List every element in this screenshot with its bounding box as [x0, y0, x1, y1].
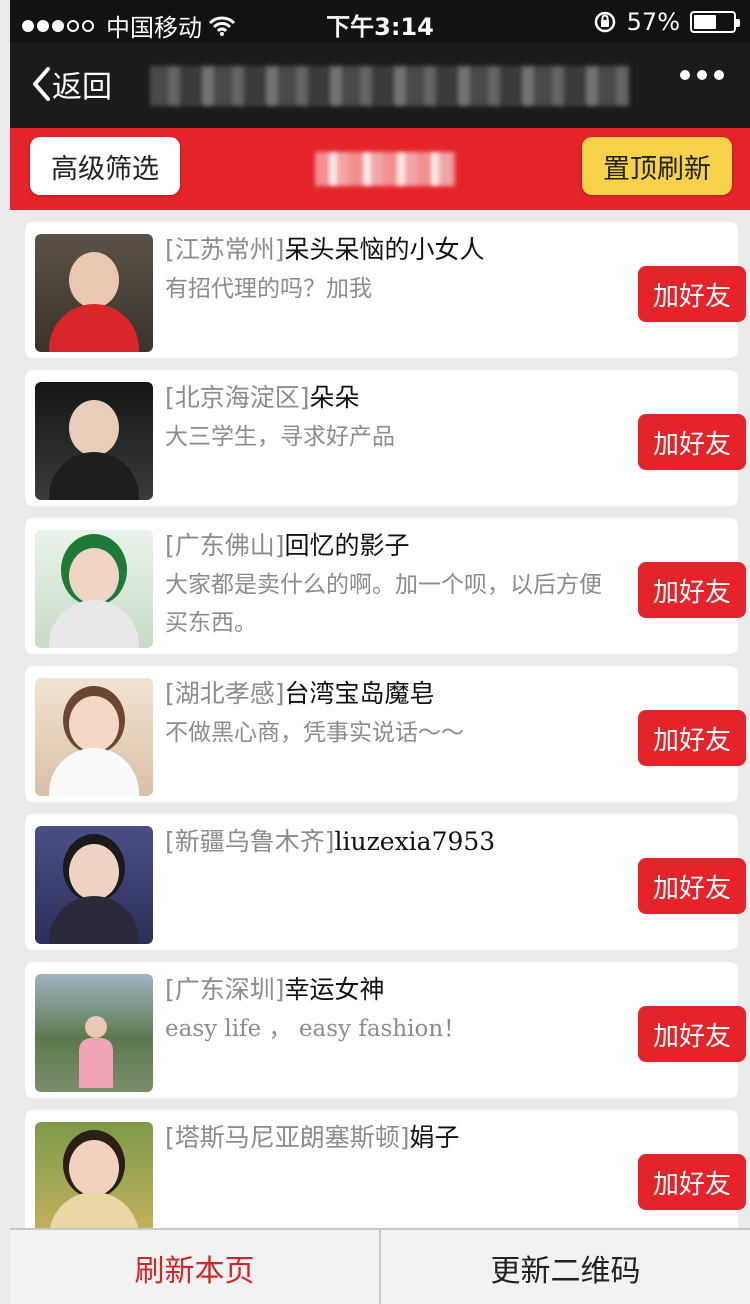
list-item: [塔斯马尼亚朗塞斯顿]娟子 加好友 [25, 1110, 746, 1246]
avatar [35, 678, 153, 796]
user-location: [湖北孝感] [165, 679, 285, 708]
advanced-filter-button[interactable]: 高级筛选 [30, 137, 180, 195]
user-location: [广东深圳] [165, 975, 285, 1004]
avatar [35, 826, 153, 944]
user-name: 回忆的影子 [284, 531, 410, 560]
avatar [35, 382, 153, 500]
add-friend-button[interactable]: 加好友 [638, 266, 746, 322]
battery-fill [694, 15, 716, 29]
back-button[interactable]: 返回 [30, 62, 112, 106]
add-friend-button[interactable]: 加好友 [638, 414, 746, 470]
user-name: 娟子 [409, 1123, 460, 1152]
user-description: 不做黑心商，凭事实说话～～ [165, 720, 464, 746]
status-right: 57% [593, 8, 740, 36]
user-name: 朵朵 [309, 383, 360, 412]
add-friend-button[interactable]: 加好友 [638, 710, 746, 766]
list-item: [新疆乌鲁木齐]liuzexia7953 加好友 [25, 814, 746, 950]
user-location: [塔斯马尼亚朗塞斯顿] [165, 1123, 410, 1152]
avatar [35, 1122, 153, 1240]
rotation-lock-icon [594, 11, 615, 33]
user-description: 有招代理的吗？加我 [165, 276, 372, 302]
user-description: easy life ， easy fashion！ [165, 1016, 467, 1042]
user-description: 大家都是卖什么的啊。加一个呗，以后方便买东西。 [165, 572, 602, 636]
user-location: [北京海淀区] [165, 383, 310, 412]
status-bar: 中国移动 下午3:14 57% [10, 0, 750, 42]
user-location: [新疆乌鲁木齐] [165, 827, 335, 856]
user-description: 大三学生，寻求好产品 [165, 424, 395, 450]
chevron-left-icon [33, 67, 50, 101]
user-name: liuzexia7953 [334, 827, 496, 856]
avatar [35, 530, 153, 648]
add-friend-button[interactable]: 加好友 [638, 1006, 746, 1062]
list-item: [广东深圳]幸运女神 easy life ， easy fashion！ 加好友 [25, 962, 746, 1098]
avatar [35, 234, 153, 352]
nav-title-blurred [150, 66, 630, 106]
more-dots-icon[interactable] [680, 70, 724, 80]
battery-icon [690, 11, 740, 33]
user-name: 台湾宝岛魔皂 [284, 679, 435, 708]
list-item: [湖北孝感]台湾宝岛魔皂 不做黑心商，凭事实说话～～ 加好友 [25, 666, 746, 802]
add-friend-button[interactable]: 加好友 [638, 858, 746, 914]
avatar [35, 974, 153, 1092]
user-location: [江苏常州] [165, 235, 285, 264]
bottom-bar: 刷新本页 更新二维码 [10, 1228, 750, 1304]
update-qrcode-button[interactable]: 更新二维码 [381, 1230, 750, 1304]
filter-title-blurred [315, 152, 455, 186]
list-item: [江苏常州]呆头呆恼的小女人 有招代理的吗？加我 加好友 [25, 222, 746, 358]
refresh-page-button[interactable]: 刷新本页 [10, 1230, 381, 1304]
list-item: [广东佛山]回忆的影子 大家都是卖什么的啊。加一个呗，以后方便买东西。 加好友 [25, 518, 746, 654]
list-item: [北京海淀区]朵朵 大三学生，寻求好产品 加好友 [25, 370, 746, 506]
back-label: 返回 [52, 70, 112, 105]
add-friend-button[interactable]: 加好友 [638, 1154, 746, 1210]
app-screen: 中国移动 下午3:14 57% 返回 高级筛选 置顶刷新 [江苏常州]呆头呆恼的… [10, 0, 750, 1304]
battery-percent: 57% [626, 8, 680, 36]
user-name: 幸运女神 [284, 975, 385, 1004]
pin-refresh-button[interactable]: 置顶刷新 [582, 137, 732, 195]
filter-bar: 高级筛选 置顶刷新 [10, 128, 750, 210]
nav-bar: 返回 [10, 42, 750, 128]
add-friend-button[interactable]: 加好友 [638, 562, 746, 618]
user-name: 呆头呆恼的小女人 [284, 235, 485, 264]
user-location: [广东佛山] [165, 531, 285, 560]
